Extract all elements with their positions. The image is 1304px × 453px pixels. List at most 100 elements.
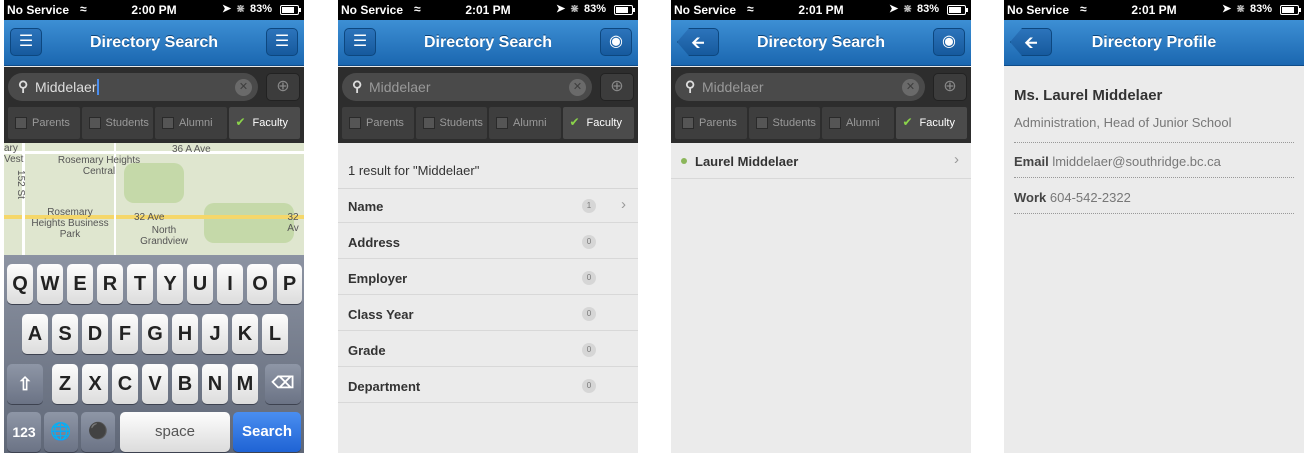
- key-l[interactable]: L: [262, 314, 288, 354]
- count-badge: 0: [582, 271, 596, 285]
- profile-title: Administration, Head of Junior School: [1014, 115, 1232, 130]
- filter-students[interactable]: Students: [81, 107, 153, 139]
- checkbox-icon: [88, 117, 101, 129]
- space-key[interactable]: space: [120, 412, 230, 452]
- shift-key[interactable]: ⇧: [7, 364, 43, 404]
- key-r[interactable]: R: [97, 264, 123, 304]
- filter-parents[interactable]: Parents: [8, 107, 80, 139]
- bluetooth-icon: ⋇: [236, 3, 246, 15]
- filter-alumni[interactable]: Alumni: [822, 107, 894, 139]
- search-input-value: Middelaer: [369, 79, 431, 95]
- list-item[interactable]: Name 1 ›: [338, 188, 638, 223]
- key-k[interactable]: K: [232, 314, 258, 354]
- filter-students[interactable]: Students: [748, 107, 820, 139]
- key-t[interactable]: T: [127, 264, 153, 304]
- key-b[interactable]: B: [172, 364, 198, 404]
- search-icon: ⚲: [352, 78, 363, 94]
- key-y[interactable]: Y: [157, 264, 183, 304]
- search-input[interactable]: ⚲ Middelaer ✕: [342, 73, 592, 101]
- map-label: 32 Ave: [134, 212, 165, 223]
- location-icon: ➤: [556, 3, 566, 15]
- status-bar: No Service ≈ 2:01 PM ➤ ⋇ 83%: [671, 0, 971, 20]
- battery-percent: 83%: [584, 3, 607, 15]
- divider: [1014, 177, 1294, 178]
- key-u[interactable]: U: [187, 264, 213, 304]
- map-label: Rosemary Heights Central: [57, 155, 141, 177]
- key-z[interactable]: Z: [52, 364, 78, 404]
- filter-label: Students: [439, 117, 483, 129]
- checkbox-icon: [349, 117, 361, 129]
- keyboard-row-2: A S D F G H J K L: [4, 314, 304, 354]
- key-f[interactable]: F: [112, 314, 138, 354]
- list-icon: ☰: [274, 33, 290, 50]
- map-view-button[interactable]: ◉: [600, 28, 632, 56]
- key-c[interactable]: C: [112, 364, 138, 404]
- filter-faculty[interactable]: ✔ Faculty: [228, 107, 300, 139]
- filter-parents[interactable]: Parents: [675, 107, 747, 139]
- search-area: ⚲ Middelaer ✕ ⊕ Parents Students Alumni …: [671, 67, 971, 143]
- locate-icon: ⊕: [610, 78, 624, 95]
- map-label: Rosemary Heights Business Park: [31, 207, 109, 240]
- key-n[interactable]: N: [202, 364, 228, 404]
- status-bar: No Service ≈ 2:01 PM ➤ ⋇ 83%: [338, 0, 638, 20]
- work-phone-field[interactable]: Work 604-542-2322: [1014, 190, 1131, 205]
- filter-alumni[interactable]: Alumni: [155, 107, 227, 139]
- locate-button[interactable]: ⊕: [933, 73, 967, 101]
- search-input[interactable]: ⚲ Middelaer ✕: [8, 73, 258, 101]
- filter-parents[interactable]: Parents: [342, 107, 414, 139]
- map-view-button[interactable]: ◉: [933, 28, 965, 56]
- filter-faculty[interactable]: ✔ Faculty: [562, 107, 634, 139]
- email-field[interactable]: Email lmiddelaer@southridge.bc.ca: [1014, 154, 1221, 169]
- globe-icon: 🌐: [50, 422, 72, 441]
- numbers-key[interactable]: 123: [7, 412, 41, 452]
- battery-icon: [614, 5, 635, 15]
- map-view[interactable]: 36 A Ave Rosemary Heights Central 152 St…: [4, 143, 304, 255]
- filter-students[interactable]: Students: [415, 107, 487, 139]
- key-o[interactable]: O: [247, 264, 273, 304]
- list-item[interactable]: Laurel Middelaer ›: [671, 143, 971, 179]
- clear-icon[interactable]: ✕: [902, 79, 919, 96]
- globe-key[interactable]: 🌐: [44, 412, 78, 452]
- dictation-key[interactable]: ⚫: [81, 412, 115, 452]
- battery-icon: [1280, 5, 1301, 15]
- clear-icon[interactable]: ✕: [569, 79, 586, 96]
- status-bar: No Service ≈ 2:00 PM ➤ ⋇ 83%: [4, 0, 304, 20]
- locate-button[interactable]: ⊕: [266, 73, 300, 101]
- nav-title: Directory Search: [423, 34, 553, 51]
- filter-label: Students: [105, 117, 149, 129]
- checkbox-icon: [829, 117, 841, 129]
- key-v[interactable]: V: [142, 364, 168, 404]
- clear-icon[interactable]: ✕: [235, 79, 252, 96]
- key-x[interactable]: X: [82, 364, 108, 404]
- key-d[interactable]: D: [82, 314, 108, 354]
- key-a[interactable]: A: [22, 314, 48, 354]
- count-badge: 0: [582, 235, 596, 249]
- search-key[interactable]: Search: [233, 412, 301, 452]
- search-icon: ⚲: [18, 78, 29, 94]
- key-h[interactable]: H: [172, 314, 198, 354]
- status-bar: No Service ≈ 2:01 PM ➤ ⋇ 83%: [1004, 0, 1304, 20]
- key-g[interactable]: G: [142, 314, 168, 354]
- locate-button[interactable]: ⊕: [600, 73, 634, 101]
- key-s[interactable]: S: [52, 314, 78, 354]
- nav-bar: ☰ Directory Search ☰: [4, 20, 304, 66]
- search-area: ⚲ Middelaer ✕ ⊕ Parents Students Alumni …: [4, 67, 304, 143]
- filter-faculty[interactable]: ✔ Faculty: [895, 107, 967, 139]
- list-view-button[interactable]: ☰: [266, 28, 298, 56]
- map-label: North Grandview: [140, 225, 188, 247]
- key-q[interactable]: Q: [7, 264, 33, 304]
- work-value: 604-542-2322: [1049, 190, 1131, 205]
- filter-label: Parents: [32, 117, 70, 129]
- key-p[interactable]: P: [277, 264, 302, 304]
- filter-alumni[interactable]: Alumni: [489, 107, 561, 139]
- key-w[interactable]: W: [37, 264, 63, 304]
- keyboard: Q W E R T Y U I O P A S D F G H J K L ⇧ …: [4, 255, 304, 453]
- key-j[interactable]: J: [202, 314, 228, 354]
- key-m[interactable]: M: [232, 364, 258, 404]
- filter-label: Alumni: [179, 117, 213, 129]
- key-i[interactable]: I: [217, 264, 243, 304]
- key-e[interactable]: E: [67, 264, 93, 304]
- screen-directory-search-results: No Service ≈ 2:01 PM ➤ ⋇ 83% ☰ Directory…: [338, 0, 638, 453]
- search-input[interactable]: ⚲ Middelaer ✕: [675, 73, 925, 101]
- backspace-key[interactable]: ⌫: [265, 364, 301, 404]
